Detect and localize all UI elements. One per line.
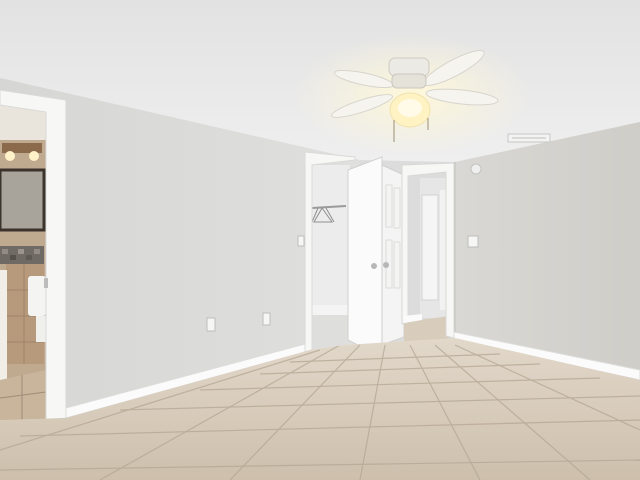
light-switch-right[interactable]: [467, 235, 479, 248]
smoke-detector: [470, 163, 482, 175]
bathroom-mirror: [0, 168, 46, 232]
light-switch[interactable]: [297, 235, 305, 247]
closet-door-right[interactable]: [381, 164, 405, 346]
ceiling-vent: [507, 133, 551, 143]
wall-outlet-1: [206, 317, 216, 332]
hallway-door: [421, 194, 439, 301]
bathroom-doorway[interactable]: [0, 100, 47, 430]
room-photo: [0, 0, 640, 480]
door-hinge: [44, 278, 48, 288]
wall-outlet-2: [262, 312, 271, 326]
closet-door-left[interactable]: [347, 156, 383, 358]
mosaic-tile-strip: [0, 246, 44, 264]
closet[interactable]: [310, 165, 350, 315]
